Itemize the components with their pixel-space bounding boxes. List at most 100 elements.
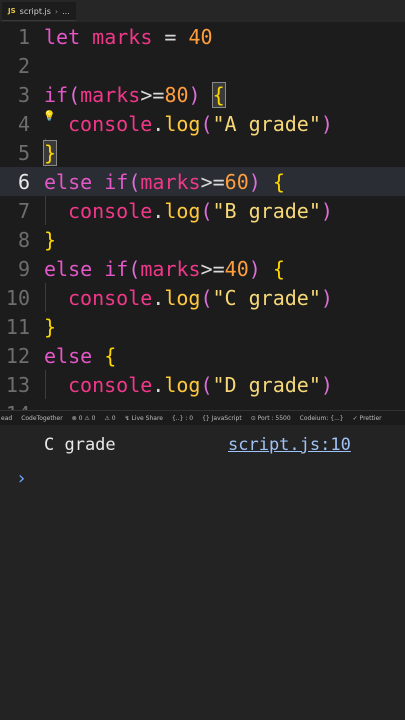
breadcrumb-rest: ... bbox=[62, 6, 70, 16]
status-item-prettier[interactable]: ✓ Prettier bbox=[353, 415, 382, 422]
token-number: 40 bbox=[224, 256, 249, 281]
token-paren: ) bbox=[320, 198, 333, 223]
status-item-warnings[interactable]: ⚠ 0 bbox=[104, 415, 115, 422]
token-method: log bbox=[164, 198, 201, 223]
token-paren: ) bbox=[188, 82, 201, 107]
status-item-braces[interactable]: {..} : 0 bbox=[172, 415, 193, 422]
token-paren: ) bbox=[320, 111, 333, 136]
code-editor[interactable]: JS script.js › ... 1 let marks = 40 2 3 … bbox=[0, 0, 405, 410]
token-method: log bbox=[164, 372, 201, 397]
code-line[interactable]: 3 if(marks>=80) { bbox=[0, 80, 405, 109]
token-brace: } bbox=[44, 227, 57, 252]
tab-bar: JS script.js › ... bbox=[0, 0, 405, 22]
status-item-codeium[interactable]: Codeium: {...} bbox=[300, 415, 344, 422]
devtools-console[interactable]: C grade script.js:10 › bbox=[0, 425, 405, 720]
token-paren: ) bbox=[320, 285, 333, 310]
token-number: 80 bbox=[164, 82, 189, 107]
code-text: if(marks>=80) { bbox=[44, 81, 226, 108]
code-line[interactable]: 9 else if(marks>=40) { bbox=[0, 254, 405, 283]
token-operator: >= bbox=[140, 82, 165, 107]
status-item-language[interactable]: {} JavaScript bbox=[202, 415, 242, 422]
token-string: "B grade" bbox=[212, 198, 321, 223]
token-variable: marks bbox=[92, 24, 153, 49]
token-method: log bbox=[164, 285, 201, 310]
token-dot: . bbox=[152, 372, 165, 397]
code-line[interactable]: 1 let marks = 40 bbox=[0, 22, 405, 51]
token-keyword: else bbox=[44, 256, 93, 281]
tab-script-js[interactable]: JS script.js › ... bbox=[2, 2, 76, 21]
token-brace: } bbox=[44, 314, 57, 339]
console-log-entry: C grade script.js:10 bbox=[0, 425, 405, 467]
line-number: 6 bbox=[17, 169, 30, 194]
line-number: 11 bbox=[5, 314, 30, 339]
code-line[interactable]: 14 bbox=[0, 399, 405, 411]
code-line[interactable]: 8 } bbox=[0, 225, 405, 254]
token-keyword: else bbox=[44, 343, 93, 368]
code-text: else { bbox=[44, 344, 116, 368]
token-brace: { bbox=[272, 169, 285, 194]
code-line[interactable]: 10 console.log("C grade") bbox=[0, 283, 405, 312]
token-dot: . bbox=[152, 111, 165, 136]
token-keyword: if bbox=[44, 82, 69, 107]
status-item-codetogether[interactable]: CodeTogether bbox=[21, 415, 63, 422]
token-string: "A grade" bbox=[212, 111, 321, 136]
token-paren: ( bbox=[128, 256, 141, 281]
token-number: 40 bbox=[188, 24, 213, 49]
token-paren: ) bbox=[248, 256, 261, 281]
token-dot: . bbox=[152, 198, 165, 223]
token-dot: . bbox=[152, 285, 165, 310]
line-number: 1 bbox=[17, 24, 30, 49]
token-method: log bbox=[164, 111, 201, 136]
token-paren: ( bbox=[200, 111, 213, 136]
code-text: console.log("C grade") bbox=[44, 286, 333, 310]
line-number: 4 bbox=[17, 111, 30, 136]
token-operator: = bbox=[152, 24, 189, 49]
line-number: 5 bbox=[17, 140, 30, 165]
code-text: console.log("A grade") bbox=[44, 112, 333, 136]
token-operator: >= bbox=[200, 169, 225, 194]
token-keyword: if bbox=[104, 169, 129, 194]
code-line[interactable]: 12 else { bbox=[0, 341, 405, 370]
line-number: 3 bbox=[17, 82, 30, 107]
token-number: 60 bbox=[224, 169, 249, 194]
code-line[interactable]: 7 console.log("B grade") bbox=[0, 196, 405, 225]
token-paren: ( bbox=[68, 82, 81, 107]
console-source-link[interactable]: script.js:10 bbox=[228, 435, 351, 455]
code-text: else if(marks>=60) { bbox=[44, 170, 285, 194]
line-number: 9 bbox=[17, 256, 30, 281]
code-line[interactable]: 11 } bbox=[0, 312, 405, 341]
token-object: console bbox=[68, 285, 153, 310]
token-object: console bbox=[68, 198, 153, 223]
line-number: 7 bbox=[17, 198, 30, 223]
code-text: } bbox=[44, 228, 56, 252]
token-operator: >= bbox=[200, 256, 225, 281]
code-text: console.log("B grade") bbox=[44, 199, 333, 223]
token-brace: { bbox=[272, 256, 285, 281]
status-item-port[interactable]: ⊙ Port : 5500 bbox=[251, 415, 291, 422]
token-paren: ( bbox=[200, 198, 213, 223]
line-number: 2 bbox=[17, 53, 30, 78]
token-keyword: else bbox=[44, 169, 93, 194]
javascript-file-icon: JS bbox=[8, 7, 16, 15]
status-item-problems[interactable]: ⊗ 0 ⚠ 0 bbox=[72, 415, 96, 422]
code-line[interactable]: 13 console.log("D grade") bbox=[0, 370, 405, 399]
token-variable: marks bbox=[140, 169, 201, 194]
line-number: 10 bbox=[5, 285, 30, 310]
line-number: 8 bbox=[17, 227, 30, 252]
code-line-current[interactable]: 6 else if(marks>=60) { bbox=[0, 167, 405, 196]
token-object: console bbox=[68, 372, 153, 397]
token-brace: { bbox=[104, 343, 117, 368]
code-text: let marks = 40 bbox=[44, 25, 213, 49]
status-item-read[interactable]: ead bbox=[1, 415, 12, 422]
token-variable: marks bbox=[80, 82, 141, 107]
token-paren: ) bbox=[248, 169, 261, 194]
code-line[interactable]: 5 } bbox=[0, 138, 405, 167]
console-message: C grade bbox=[44, 435, 116, 455]
line-number: 13 bbox=[5, 372, 30, 397]
console-prompt-icon[interactable]: › bbox=[16, 468, 27, 489]
tab-filename: script.js bbox=[19, 6, 51, 16]
code-line[interactable]: 2 bbox=[0, 51, 405, 80]
status-item-live-share[interactable]: ↯ Live Share bbox=[125, 415, 163, 422]
code-line[interactable]: 4 💡 console.log("A grade") bbox=[0, 109, 405, 138]
token-keyword: if bbox=[104, 256, 129, 281]
